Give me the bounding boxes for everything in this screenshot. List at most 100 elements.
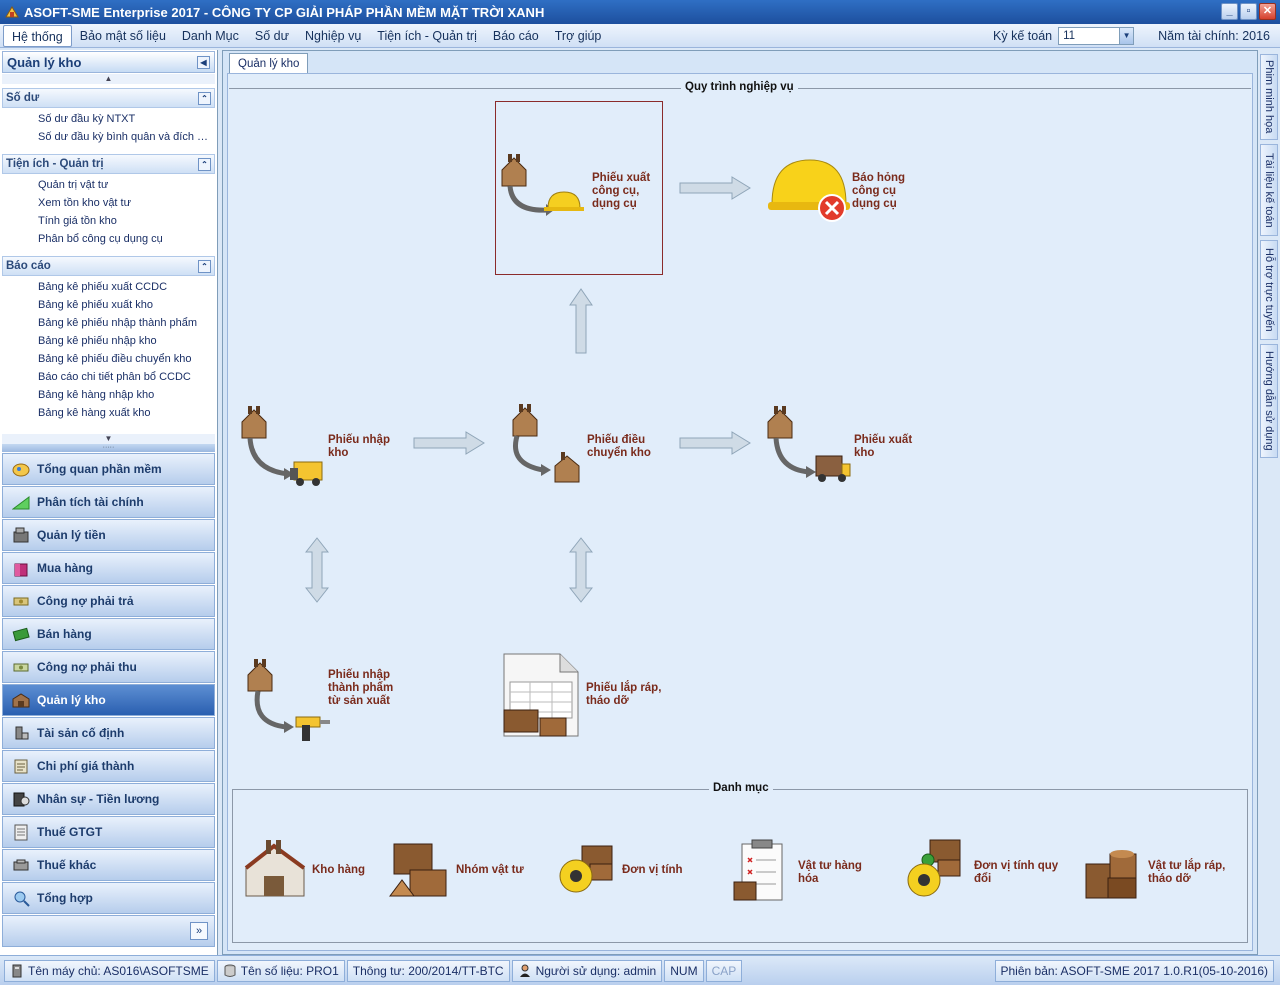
sidebar-link[interactable]: Phân bổ công cụ dụng cụ [0,230,212,248]
shopping-bag-icon [11,558,31,578]
catalog-label: Đơn vị tính quy đổi [974,860,1059,885]
collapse-up-icon[interactable]: ⌃ [198,91,211,105]
sidebar-link[interactable]: Bảng kê hàng nhập kho [0,386,212,404]
asset-icon [11,723,31,743]
tape-measure-icon [559,845,613,893]
tab-quan-ly-kho[interactable]: Quản lý kho [229,53,309,73]
nav-label: Phân tích tài chính [37,495,144,509]
menu-bao-mat[interactable]: Bảo mật số liệu [72,25,174,47]
node-bao-hong[interactable]: Báo hỏng công cụ dụng cụ [768,152,928,222]
nav-thue-gtgt[interactable]: Thuế GTGT [2,816,215,848]
nav-label: Nhân sự - Tiền lương [37,792,160,806]
sidebar-link[interactable]: Tính giá tồn kho [0,212,212,230]
catalog-nhom-vat-tu[interactable]: Nhóm vật tư [388,840,538,904]
status-cap: CAP [705,959,743,982]
collapse-up-icon[interactable]: ⌃ [198,259,211,273]
nav-thue-khac[interactable]: Thuế khác [2,849,215,881]
close-button[interactable]: ✕ [1259,3,1276,20]
nav-tai-san[interactable]: Tài sản cố định [2,717,215,749]
nav-cong-no-phai-tra[interactable]: Công nợ phải trả [2,585,215,617]
restore-button[interactable]: ▫ [1240,3,1257,20]
tax-icon [11,822,31,842]
group-header-tien-ich[interactable]: Tiện ích - Quản trị ⌃ [2,154,215,174]
overview-icon [11,459,31,479]
period-select[interactable]: 11 ▼ [1058,27,1135,45]
menu-so-du[interactable]: Số dư [247,25,297,47]
nav-ban-hang[interactable]: Bán hàng [2,618,215,650]
sidebar-link[interactable]: Bảng kê phiếu điều chuyển kho [0,350,212,368]
nav-quan-ly-tien[interactable]: Quản lý tiền [2,519,215,551]
group-header-bao-cao[interactable]: Báo cáo ⌃ [2,256,215,276]
menu-bao-cao[interactable]: Báo cáo [485,25,547,47]
nav-quan-ly-kho[interactable]: Quản lý kho [2,684,215,716]
menu-tien-ich[interactable]: Tiện ích - Quản trị [369,25,485,47]
catalog-don-vi-quy-doi[interactable]: Đơn vị tính quy đổi [904,838,1074,908]
nav-footer: » [2,915,215,947]
tab-huong-dan[interactable]: Hướng dẫn sử dụng [1260,344,1278,458]
sidebar-link[interactable]: Bảng kê hàng xuất kho [0,404,212,422]
sidebar: Quản lý kho ◀ ▲ Số dư ⌃ Số dư đầu kỳ NTX… [0,50,218,955]
catalog-vat-tu-lap-rap[interactable]: Vật tư lắp ráp, tháo dỡ [1080,840,1250,910]
group-title-so-du: Số dư [6,92,40,104]
node-dieu-chuyen[interactable]: Phiếu điều chuyển kho [503,404,673,494]
catalog-label: Đơn vị tính [622,864,683,876]
status-version: Phiên bản: ASOFT-SME 2017 1.0.R1(05-10-2… [994,959,1274,982]
sidebar-link[interactable]: Bảng kê phiếu xuất CCDC [0,278,212,296]
scroll-up-icon[interactable]: ▲ [2,74,215,84]
sidebar-link[interactable]: Báo cáo chi tiết phân bổ CCDC [0,368,212,386]
sidebar-link[interactable]: Số dư đầu kỳ bình quân và đích danh [0,128,212,146]
arrow-right-icon [679,431,751,455]
group-header-so-du[interactable]: Số dư ⌃ [2,88,215,108]
node-lap-rap[interactable]: Phiếu lắp ráp, tháo dỡ [500,652,670,742]
sidebar-link[interactable]: Xem tồn kho vật tư [0,194,212,212]
tab-tai-lieu[interactable]: Tài liệu kế toán [1260,144,1278,236]
node-xuat-kho[interactable]: Phiếu xuất kho [764,404,934,494]
sidebar-link[interactable]: Bảng kê phiếu xuất kho [0,296,212,314]
money-in-icon [11,657,31,677]
arrow-right-icon [679,176,751,200]
sidebar-link[interactable]: Số dư đầu kỳ NTXT [0,110,212,128]
nav-mua-hang[interactable]: Mua hàng [2,552,215,584]
warehouse-icon [244,840,306,897]
sidebar-link[interactable]: Bảng kê phiếu nhập kho [0,332,212,350]
nav-chi-phi[interactable]: Chi phí giá thành [2,750,215,782]
nav-tong-hop[interactable]: Tổng hợp [2,882,215,914]
menu-nghiep-vu[interactable]: Nghiệp vụ [297,25,369,47]
nav-cong-no-phai-thu[interactable]: Công nợ phải thu [2,651,215,683]
cost-icon [11,756,31,776]
menu-he-thong[interactable]: Hệ thống [3,24,72,47]
nav-phan-tich[interactable]: Phân tích tài chính [2,486,215,518]
sidebar-link[interactable]: Quản trị vật tư [0,176,212,194]
warehouse-transfer-icon [512,404,580,483]
chevron-double-down-icon[interactable]: » [190,922,208,940]
node-label: Phiếu điều chuyển kho [587,434,651,459]
warehouse-drill-icon [247,659,330,741]
node-nhap-thanh-pham[interactable]: Phiếu nhập thành phẩm từ sản xuất [244,657,414,747]
title-bar: ASOFT-SME Enterprise 2017 - CÔNG TY CP G… [0,0,1280,24]
arrow-up-icon [569,288,593,354]
sidebar-groups: Số dư ⌃ Số dư đầu kỳ NTXT Số dư đầu kỳ b… [0,84,217,434]
node-nhap-kho[interactable]: Phiếu nhập kho [238,404,408,494]
status-circular-text: Thông tư: 200/2014/TT-BTC [352,963,504,978]
node-label: Phiếu xuất công cụ, dụng cụ [592,172,651,210]
catalog-don-vi-tinh[interactable]: Đơn vị tính [556,842,706,906]
status-num: NUM [664,959,704,982]
menu-danh-muc[interactable]: Danh Mục [174,25,247,47]
tab-phim-minh-hoa[interactable]: Phim minh họa [1260,54,1278,140]
catalog-kho-hang[interactable]: Kho hàng [244,838,384,902]
minimize-button[interactable]: _ [1221,3,1238,20]
boxes-icon [389,843,447,897]
menu-tro-giup[interactable]: Trợ giúp [547,25,610,47]
chevron-down-icon[interactable]: ▼ [1119,28,1134,44]
catalog-vat-tu-hang-hoa[interactable]: Vật tư hàng hóa [732,838,882,908]
nav-tong-quan[interactable]: Tổng quan phần mềm [2,453,215,485]
collapse-left-icon[interactable]: ◀ [197,55,210,69]
catalog-label: Kho hàng [312,864,366,876]
tab-ho-tro[interactable]: Hỗ trợ trực tuyến [1260,240,1278,340]
sidebar-splitter[interactable]: ····· [2,444,215,452]
collapse-up-icon[interactable]: ⌃ [198,157,211,171]
sidebar-link[interactable]: Bảng kê phiếu nhập thành phẩm [0,314,212,332]
nav-nhan-su[interactable]: Nhân sự - Tiền lương [2,783,215,815]
node-xuat-ccdc[interactable]: Phiếu xuất công cụ, dụng cụ [498,152,658,222]
scroll-down-icon[interactable]: ▼ [2,434,215,444]
